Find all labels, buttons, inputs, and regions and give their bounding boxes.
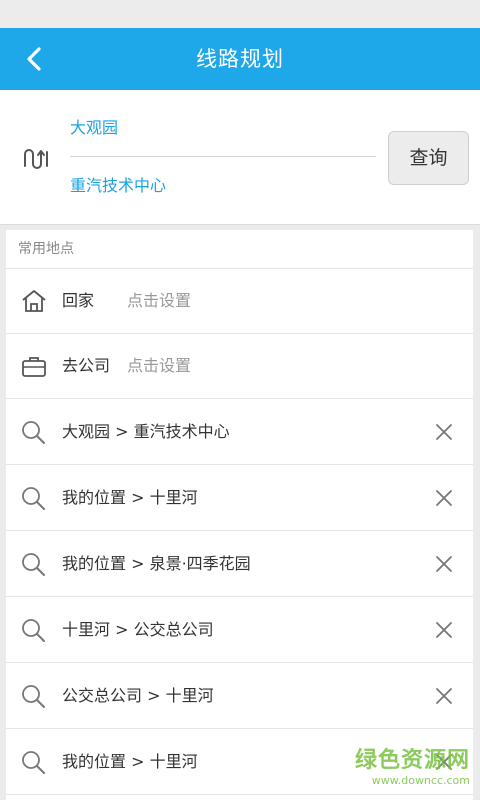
delete-history-button[interactable]: [429, 549, 459, 579]
query-button[interactable]: 查询: [388, 131, 469, 185]
search-icon: [22, 619, 45, 642]
search-icon: [22, 553, 45, 576]
home-place-row[interactable]: 回家 点击设置: [6, 269, 473, 334]
company-label: 去公司: [62, 356, 111, 375]
company-hint: 点击设置: [127, 356, 192, 375]
history-route-text: 我的位置 > 十里河: [62, 488, 198, 507]
history-row[interactable]: 十里河 > 公交总公司: [6, 597, 473, 663]
close-icon: [436, 424, 452, 440]
history-row[interactable]: 大观园 > 重汽技术中心: [6, 399, 473, 465]
delete-history-button[interactable]: [429, 615, 459, 645]
search-icon: [22, 487, 45, 510]
close-icon: [436, 622, 452, 638]
common-places-header: 常用地点: [6, 230, 473, 269]
chevron-left-icon: [27, 47, 41, 71]
history-route-text: 我的位置 > 泉景·四季花园: [62, 554, 251, 573]
history-row[interactable]: 我的位置 > 十里河: [6, 465, 473, 531]
close-icon: [436, 490, 452, 506]
route-from-field[interactable]: 大观园: [70, 113, 370, 143]
swap-route-icon[interactable]: [22, 146, 50, 172]
history-route-text: 公交总公司 > 十里河: [62, 686, 214, 705]
close-icon: [436, 688, 452, 704]
history-route-text: 十里河 > 公交总公司: [62, 620, 214, 639]
delete-history-button[interactable]: [429, 483, 459, 513]
home-icon: [22, 290, 46, 312]
close-icon: [436, 754, 452, 770]
company-place-row[interactable]: 去公司 点击设置: [6, 334, 473, 399]
history-row[interactable]: 我的位置 > 十里河: [6, 729, 473, 795]
delete-history-button[interactable]: [429, 681, 459, 711]
search-icon: [22, 751, 45, 774]
search-icon: [22, 421, 45, 444]
home-hint: 点击设置: [127, 291, 192, 310]
delete-history-button[interactable]: [429, 417, 459, 447]
top-bar: 线路规划: [0, 28, 480, 90]
delete-history-button[interactable]: [429, 747, 459, 777]
places-list: 常用地点 回家 点击设置 去公司 点击设置 大观园 > 重汽技术中心 我的位置 >…: [6, 230, 473, 800]
route-to-field[interactable]: 重汽技术中心: [70, 171, 370, 201]
status-bar: [0, 0, 480, 28]
home-label: 回家: [62, 291, 95, 310]
close-icon: [436, 556, 452, 572]
history-row[interactable]: 公交总公司 > 十里河: [6, 663, 473, 729]
route-divider: [70, 156, 376, 157]
page-title: 线路规划: [196, 47, 284, 71]
back-button[interactable]: [14, 41, 54, 77]
search-icon: [22, 685, 45, 708]
history-route-text: 大观园 > 重汽技术中心: [62, 422, 230, 441]
briefcase-icon: [22, 357, 46, 377]
history-list: 大观园 > 重汽技术中心 我的位置 > 十里河 我的位置 > 泉景·四季花园 十里河 …: [6, 399, 473, 795]
history-row[interactable]: 我的位置 > 泉景·四季花园: [6, 531, 473, 597]
history-route-text: 我的位置 > 十里河: [62, 752, 198, 771]
